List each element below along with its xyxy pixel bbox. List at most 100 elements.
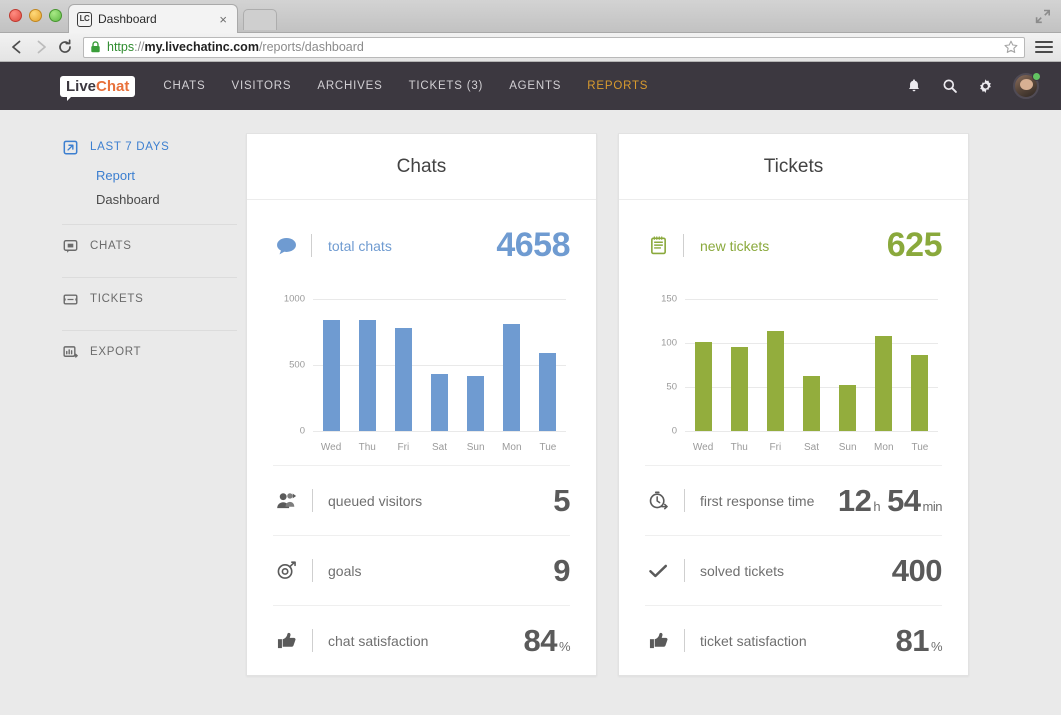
sidebar-item-report[interactable]: Report: [96, 164, 246, 188]
bar[interactable]: [539, 353, 556, 431]
y-tick-label: 500: [289, 360, 305, 371]
bar[interactable]: [431, 374, 448, 431]
address-bar[interactable]: https://my.livechatinc.com/reports/dashb…: [83, 37, 1025, 58]
bell-icon[interactable]: [905, 78, 922, 95]
bar[interactable]: [875, 336, 892, 431]
goals-target-icon: [273, 561, 299, 580]
first-response-time-metric: first response time 12h54min: [645, 465, 942, 535]
bar-cell: [385, 299, 421, 431]
online-status-indicator: [1032, 72, 1041, 81]
x-tick-label: Wed: [313, 442, 349, 453]
nav-item-visitors[interactable]: VISITORS: [231, 80, 291, 92]
sidebar-chats-label: CHATS: [90, 240, 132, 252]
close-tab-icon[interactable]: ×: [217, 13, 229, 26]
bar[interactable]: [323, 320, 340, 431]
bookmark-star-icon[interactable]: [1004, 40, 1018, 54]
y-tick-label: 150: [661, 294, 677, 305]
bar[interactable]: [503, 324, 520, 431]
x-tick-label: Mon: [866, 442, 902, 453]
chats-chart-plot: 1000 500 0: [313, 299, 566, 431]
ticket-satisfaction-label: ticket satisfaction: [700, 633, 807, 649]
reload-icon[interactable]: [56, 38, 74, 56]
thumbs-up-icon: [273, 631, 299, 650]
sidebar-subitems: Report Dashboard: [62, 164, 246, 212]
ticket-satisfaction-number: 81: [895, 623, 928, 658]
bar[interactable]: [803, 376, 820, 431]
browser-tab-strip: LC Dashboard ×: [0, 0, 1061, 33]
solved-tickets-metric: solved tickets 400: [645, 535, 942, 605]
bar[interactable]: [731, 347, 748, 431]
forward-arrow-icon[interactable]: [32, 38, 50, 56]
metric-divider: [312, 559, 313, 582]
first-response-time-value: 12h54min: [838, 483, 942, 519]
x-tick-label: Wed: [685, 442, 721, 453]
queued-visitors-icon: [273, 491, 299, 510]
back-arrow-icon[interactable]: [8, 38, 26, 56]
metric-divider: [684, 489, 685, 512]
chat-satisfaction-value: 84%: [523, 623, 570, 659]
gear-icon[interactable]: [977, 78, 994, 95]
x-tick-label: Tue: [902, 442, 938, 453]
close-window-button[interactable]: [9, 9, 22, 22]
bar-cell: [349, 299, 385, 431]
tickets-chart-plot: 150 100 50 0: [685, 299, 938, 431]
sidebar-item-tickets[interactable]: TICKETS: [62, 278, 246, 320]
browser-tab[interactable]: LC Dashboard ×: [68, 4, 238, 33]
search-icon[interactable]: [941, 78, 958, 95]
sidebar-item-export[interactable]: EXPORT: [62, 331, 246, 373]
app-nav-actions: [905, 73, 1039, 99]
goals-value: 9: [553, 553, 570, 589]
x-tick-label: Sun: [830, 442, 866, 453]
frt-hours: 12: [838, 483, 871, 518]
sidebar: LAST 7 DAYS Report Dashboard: [0, 133, 246, 676]
x-tick-label: Fri: [385, 442, 421, 453]
bar[interactable]: [695, 342, 712, 431]
bar[interactable]: [395, 328, 412, 431]
browser-menu-icon[interactable]: [1035, 41, 1053, 54]
tickets-card-title: Tickets: [619, 134, 968, 200]
tickets-bars: [685, 299, 938, 431]
bar-cell: [902, 299, 938, 431]
y-tick-label: 50: [666, 381, 677, 392]
bar-cell: [458, 299, 494, 431]
nav-item-archives[interactable]: ARCHIVES: [317, 80, 382, 92]
sidebar-item-dashboard[interactable]: Dashboard: [96, 188, 246, 212]
livechat-logo[interactable]: LiveChat: [60, 76, 135, 97]
tickets-bar-chart: 150 100 50 0: [645, 291, 942, 459]
bar[interactable]: [767, 331, 784, 431]
nav-item-agents[interactable]: AGENTS: [509, 80, 561, 92]
sidebar-tickets-label: TICKETS: [90, 293, 143, 305]
minimize-window-button[interactable]: [29, 9, 42, 22]
metric-divider: [684, 559, 685, 582]
sidebar-item-last-7-days[interactable]: LAST 7 DAYS: [62, 133, 246, 164]
x-tick-label: Thu: [349, 442, 385, 453]
bar[interactable]: [839, 385, 856, 431]
bar[interactable]: [359, 320, 376, 431]
chat-bubble-filled-icon: [273, 237, 299, 255]
logo-text-chat: Chat: [96, 78, 129, 95]
bar[interactable]: [911, 355, 928, 431]
livechat-favicon-icon: LC: [77, 12, 92, 27]
chats-card-title: Chats: [247, 134, 596, 200]
browser-window: LC Dashboard ×: [0, 0, 1061, 715]
chats-card-body: total chats 4658 1000 500: [247, 200, 596, 675]
nav-item-reports[interactable]: REPORTS: [587, 80, 648, 92]
sidebar-item-chats[interactable]: CHATS: [62, 225, 246, 267]
bar[interactable]: [467, 376, 484, 431]
chats-bar-chart: 1000 500 0: [273, 291, 570, 459]
bar-cell: [530, 299, 566, 431]
user-avatar[interactable]: [1013, 73, 1039, 99]
goals-label: goals: [328, 563, 361, 579]
maximize-window-button[interactable]: [49, 9, 62, 22]
app-navigation-bar: LiveChat CHATS VISITORS ARCHIVES TICKETS…: [0, 62, 1061, 110]
fullscreen-icon[interactable]: [1035, 9, 1051, 24]
bar-cell: [494, 299, 530, 431]
new-tab-button[interactable]: [243, 9, 277, 30]
queued-visitors-label: queued visitors: [328, 493, 422, 509]
nav-item-chats[interactable]: CHATS: [163, 80, 205, 92]
nav-item-tickets[interactable]: TICKETS (3): [409, 80, 484, 92]
y-tick-label: 0: [672, 426, 677, 437]
ticket-satisfaction-value: 81%: [895, 623, 942, 659]
x-tick-label: Sat: [421, 442, 457, 453]
metric-divider: [683, 234, 684, 257]
